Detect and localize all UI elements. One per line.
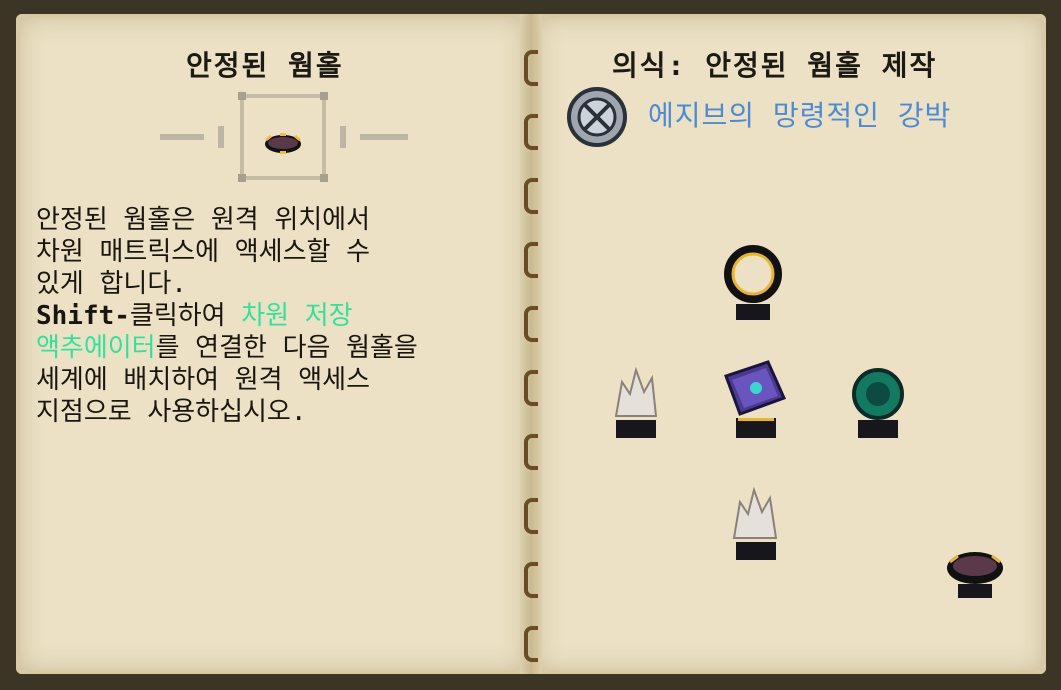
research-requirement[interactable]: 에지브의 망령적인 강박 <box>648 94 951 134</box>
body-text: 클릭하여 <box>129 301 242 331</box>
page-body: 안정된 웜홀은 원격 위치에서 차원 매트릭스에 액세스할 수 있게 합니다. … <box>36 204 536 428</box>
body-text: 를 연결한 다음 웜홀을 <box>155 333 418 363</box>
spine-ring <box>524 434 538 470</box>
page-title: 안정된 웜홀 <box>186 49 344 82</box>
entry-link-dimensional-storage[interactable]: 차원 저장 <box>241 301 352 331</box>
stable-wormhole-icon[interactable] <box>944 544 1006 604</box>
spine-ring <box>524 50 538 86</box>
body-line: 지점으로 사용하십시오. <box>36 397 307 427</box>
ritual-title: 의식: 안정된 웜홀 제작 <box>612 49 938 82</box>
quartz-crystal-icon[interactable] <box>606 364 666 442</box>
divider-left <box>160 134 204 140</box>
body-line: 차원 매트릭스에 액세스할 수 <box>36 237 371 267</box>
body-line: 안정된 웜홀은 원격 위치에서 <box>36 205 371 235</box>
book-gui: 안정된 웜홀 안정된 웜홀은 원격 위치에서 차원 매트릭스에 액세스할 수 있… <box>0 0 1061 690</box>
gold-ring-icon[interactable] <box>722 240 784 324</box>
divider-tick <box>340 126 346 148</box>
spine-ring <box>524 498 538 534</box>
body-line: 세계에 배치하여 원격 액세스 <box>36 365 371 395</box>
spine-ring <box>524 562 538 598</box>
arcane-book-icon[interactable] <box>718 358 792 444</box>
item-frame[interactable] <box>238 92 328 182</box>
divider-right <box>360 134 408 140</box>
ender-pearl-icon[interactable] <box>848 366 908 442</box>
wormhole-item-icon <box>265 133 301 154</box>
body-line: 있게 합니다. <box>36 269 187 299</box>
quartz-crystal-icon[interactable] <box>724 484 786 564</box>
spine-ring <box>524 626 538 662</box>
entry-link-actuator[interactable]: 액추에이터 <box>36 333 156 363</box>
divider-tick <box>218 126 224 148</box>
research-medallion-icon[interactable] <box>566 86 628 148</box>
shift-key-label: Shift- <box>36 301 130 331</box>
spine-ring <box>524 114 538 150</box>
